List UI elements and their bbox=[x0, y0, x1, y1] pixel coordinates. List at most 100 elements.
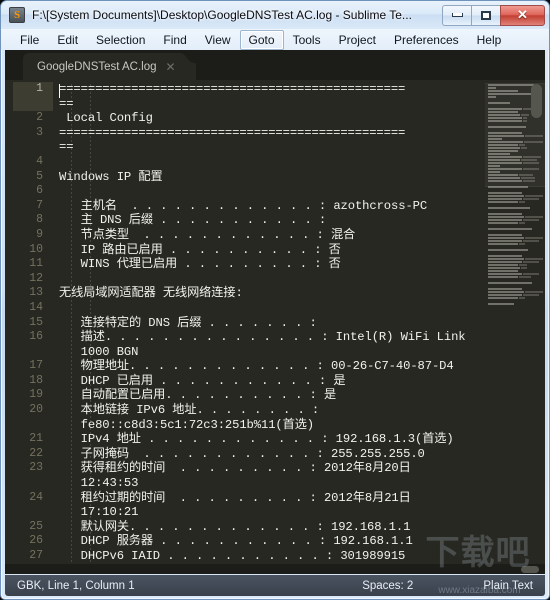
title-bar: S F:\[System Documents]\Desktop\GoogleDN… bbox=[1, 1, 549, 29]
code-line: ========================================… bbox=[59, 125, 406, 140]
menu-item-preferences[interactable]: Preferences bbox=[385, 30, 468, 50]
code-line: 默认网关. . . . . . . . . . . . . : 192.168.… bbox=[59, 519, 411, 534]
status-indentation[interactable]: Spaces: 2 bbox=[362, 580, 413, 592]
line-number: 27 bbox=[29, 549, 43, 562]
code-line: 本地链接 IPv6 地址. . . . . . . . : bbox=[59, 403, 320, 418]
line-number-gutter: 1 2 3 4 5 6 7 8 9 10 11 12 13 14 15 16 17 18 19 20 21 22 23 24 2… bbox=[5, 80, 53, 574]
minimap-segment bbox=[488, 233, 522, 236]
code-line: 17:10:21 bbox=[59, 505, 139, 520]
horizontal-scrollbar[interactable] bbox=[5, 564, 545, 574]
minimap[interactable] bbox=[485, 80, 545, 574]
status-encoding-position[interactable]: GBK, Line 1, Column 1 bbox=[17, 580, 362, 592]
minimap-segment bbox=[519, 275, 531, 278]
minimap-segment bbox=[488, 248, 528, 251]
menu-item-goto[interactable]: Goto bbox=[239, 29, 284, 50]
line-number: 13 bbox=[29, 286, 43, 300]
minimap-segment bbox=[519, 200, 525, 203]
maximize-icon bbox=[481, 10, 491, 20]
close-icon[interactable]: ✕ bbox=[166, 61, 176, 73]
minimap-segment bbox=[488, 263, 518, 266]
line-number: 17 bbox=[29, 359, 43, 373]
tab-googlednstest-log[interactable]: GoogleDNSTest AC.log ✕ bbox=[23, 53, 196, 80]
minimap-segment bbox=[519, 263, 527, 266]
minimap-segment bbox=[488, 206, 530, 209]
close-icon: ✕ bbox=[517, 7, 528, 22]
minimap-segment bbox=[519, 242, 525, 245]
minimap-segment bbox=[523, 239, 539, 242]
code-line: Windows IP 配置 bbox=[59, 169, 163, 184]
minimap-segment bbox=[525, 290, 543, 293]
menu-item-tools[interactable]: Tools bbox=[284, 30, 330, 50]
menu-item-project[interactable]: Project bbox=[330, 30, 385, 50]
line-number: 8 bbox=[36, 213, 43, 227]
code-line: DHCPv6 IAID . . . . . . . . . . . : 3019… bbox=[59, 549, 406, 563]
close-button[interactable]: ✕ bbox=[500, 4, 545, 26]
code-line: 物理地址. . . . . . . . . . . . . : 00-26-C7… bbox=[59, 359, 454, 374]
code-line: 无线局域网适配器 无线网络连接: bbox=[59, 286, 243, 301]
minimap-segment bbox=[488, 239, 522, 242]
line-number: 15 bbox=[29, 315, 43, 329]
minimap-segment bbox=[488, 215, 524, 218]
line-number: 26 bbox=[29, 534, 43, 548]
menu-item-find[interactable]: Find bbox=[154, 30, 195, 50]
line-number: 3 bbox=[36, 125, 43, 139]
line-number: 18 bbox=[29, 373, 43, 387]
menu-bar: File Edit Selection Find View Goto Tools Projec… bbox=[1, 29, 549, 50]
menu-item-selection[interactable]: Selection bbox=[87, 30, 154, 50]
code-editor[interactable]: ========================================… bbox=[53, 80, 485, 574]
minimap-segment bbox=[488, 254, 522, 257]
menu-item-help[interactable]: Help bbox=[468, 30, 511, 50]
maximize-button[interactable] bbox=[471, 4, 500, 26]
line-number: 20 bbox=[29, 403, 43, 417]
code-line: 节点类型 . . . . . . . . . . . . : 混合 bbox=[59, 227, 356, 242]
minimap-segment bbox=[488, 221, 518, 224]
code-line: IP 路由已启用 . . . . . . . . . . : 否 bbox=[59, 242, 341, 257]
code-line: 描述. . . . . . . . . . . . . . . : Intel(… bbox=[59, 330, 466, 345]
minimap-row bbox=[487, 302, 543, 305]
line-number: 2 bbox=[36, 111, 43, 125]
menu-item-file[interactable]: File bbox=[11, 30, 48, 50]
application-window: S F:\[System Documents]\Desktop\GoogleDN… bbox=[0, 0, 550, 600]
minimap-segment bbox=[488, 272, 522, 275]
minimap-segment bbox=[525, 194, 543, 197]
line-number: 6 bbox=[36, 184, 43, 198]
status-syntax[interactable]: Plain Text bbox=[483, 580, 533, 592]
line-number: 1 bbox=[36, 82, 43, 95]
minimap-segment bbox=[488, 290, 524, 293]
text-pane: 1 2 3 4 5 6 7 8 9 10 11 12 13 14 15 16 17 18 19 20 21 22 23 24 2… bbox=[5, 80, 545, 574]
minimap-segment bbox=[519, 296, 525, 299]
minimap-segment bbox=[488, 197, 522, 200]
code-line: Local Config bbox=[59, 111, 153, 126]
line-number: 21 bbox=[29, 432, 43, 446]
menu-item-edit[interactable]: Edit bbox=[48, 30, 87, 50]
code-line: 主机名 . . . . . . . . . . . . . : azothcro… bbox=[59, 198, 428, 213]
code-line: fe80::c8d3:5c1:72c3:251b%11(首选) bbox=[59, 417, 315, 432]
code-line: 租约过期的时间 . . . . . . . . . : 2012年8月21日 bbox=[59, 490, 411, 505]
minimap-segment bbox=[488, 194, 524, 197]
menu-item-view[interactable]: View bbox=[196, 30, 240, 50]
minimap-segment bbox=[488, 212, 522, 215]
line-number: 22 bbox=[29, 446, 43, 460]
line-number-wrap bbox=[5, 505, 53, 520]
code-line: 获得租约的时间 . . . . . . . . . : 2012年8月20日 bbox=[59, 461, 411, 476]
line-number-wrap bbox=[5, 418, 53, 433]
code-line: DHCP 已启用 . . . . . . . . . . . : 是 bbox=[59, 373, 346, 388]
line-number-wrap bbox=[5, 97, 53, 112]
code-line: WINS 代理已启用 . . . . . . . . . : 否 bbox=[59, 257, 341, 272]
tab-label: GoogleDNSTest AC.log bbox=[37, 60, 157, 73]
line-number: 14 bbox=[29, 300, 43, 314]
tab-bar: GoogleDNSTest AC.log ✕ bbox=[5, 50, 545, 80]
horizontal-scrollbar-thumb[interactable] bbox=[521, 566, 539, 573]
code-line: ========================================… bbox=[59, 82, 406, 96]
minimize-button[interactable] bbox=[442, 4, 471, 26]
vertical-scrollbar-thumb[interactable] bbox=[531, 84, 542, 118]
minimap-segment bbox=[521, 266, 527, 269]
line-number-wrap bbox=[5, 476, 53, 491]
minimap-segment bbox=[488, 287, 522, 290]
minimap-segment bbox=[488, 266, 520, 269]
minimap-segment bbox=[525, 257, 543, 260]
line-number: 23 bbox=[29, 461, 43, 475]
